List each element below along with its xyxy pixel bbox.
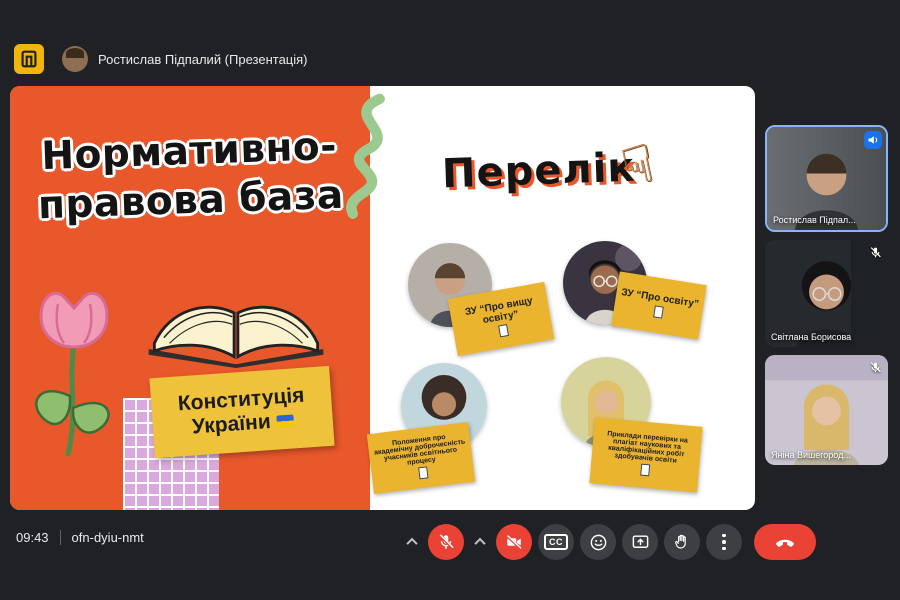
camera-options-button[interactable] bbox=[470, 532, 490, 552]
end-call-icon bbox=[774, 531, 796, 553]
slide-list-title: Перелік bbox=[441, 145, 636, 198]
meeting-code: ofn-dyiu-nmt bbox=[72, 530, 144, 545]
smiley-icon bbox=[589, 533, 608, 552]
participant-tile-yanina[interactable]: Яніна Вишегород... bbox=[765, 355, 888, 465]
participant-name: Світлана Борисова bbox=[771, 332, 851, 342]
tulip-illustration bbox=[18, 284, 130, 459]
chevron-up-icon bbox=[474, 538, 485, 549]
call-controls: CC bbox=[402, 520, 816, 564]
present-icon bbox=[631, 533, 650, 552]
document-icon bbox=[498, 324, 509, 337]
app-logo-icon bbox=[18, 48, 40, 70]
document-icon bbox=[418, 466, 428, 479]
shared-presentation-tile[interactable]: Нормативно- правова база Конституція bbox=[10, 86, 755, 510]
camera-off-button[interactable] bbox=[496, 524, 532, 560]
raise-hand-icon bbox=[673, 533, 691, 551]
participant-tile-rostyslav[interactable]: Ростислав Підпал... bbox=[765, 125, 888, 232]
presenter-chip: Ростислав Підпалий (Презентація) bbox=[62, 46, 308, 72]
constitution-sticky-note: Конституція України bbox=[149, 366, 334, 458]
divider bbox=[60, 530, 61, 545]
sticky-line2: України bbox=[191, 410, 271, 439]
raise-hand-button[interactable] bbox=[664, 524, 700, 560]
green-squiggle-decoration bbox=[326, 86, 408, 232]
participant-name: Ростислав Підпал... bbox=[773, 215, 856, 225]
reactions-button[interactable] bbox=[580, 524, 616, 560]
meet-window: Ростислав Підпалий (Презентація) Нормати… bbox=[0, 0, 900, 600]
mic-off-icon bbox=[437, 533, 455, 551]
mic-options-button[interactable] bbox=[402, 532, 422, 552]
participant-tile-svitlana[interactable]: Світлана Борисова bbox=[765, 240, 888, 347]
camera-off-icon bbox=[505, 533, 523, 551]
mic-mute-button[interactable] bbox=[428, 524, 464, 560]
open-book-illustration bbox=[136, 256, 336, 368]
cc-icon: CC bbox=[544, 534, 568, 550]
app-logo-button[interactable] bbox=[14, 44, 44, 74]
note-academic-integrity: Положення про академічну доброчесність у… bbox=[367, 422, 476, 494]
present-screen-button[interactable] bbox=[622, 524, 658, 560]
ukraine-flag-icon bbox=[276, 414, 294, 427]
end-call-button[interactable] bbox=[754, 524, 816, 560]
clock-time: 09:43 bbox=[16, 530, 49, 545]
meeting-info: 09:43 ofn-dyiu-nmt bbox=[16, 530, 144, 545]
slide-main-title: Нормативно- правова база bbox=[10, 122, 369, 232]
document-icon bbox=[640, 464, 650, 477]
note-plagiarism-check: Приклади перевірки на плагіат наукових т… bbox=[589, 417, 702, 492]
document-icon bbox=[653, 305, 664, 318]
mic-muted-icon bbox=[867, 359, 883, 375]
mic-muted-icon bbox=[867, 244, 883, 260]
chevron-up-icon bbox=[406, 538, 417, 549]
note-education-law: ЗУ “Про освіту” bbox=[611, 271, 707, 339]
audio-active-icon bbox=[864, 131, 882, 149]
presenter-label: Ростислав Підпалий (Презентація) bbox=[98, 52, 308, 67]
captions-button[interactable]: CC bbox=[538, 524, 574, 560]
more-options-button[interactable] bbox=[706, 524, 742, 560]
participant-name: Яніна Вишегород... bbox=[771, 450, 851, 460]
more-vertical-icon bbox=[722, 534, 726, 551]
presenter-avatar bbox=[62, 46, 88, 72]
